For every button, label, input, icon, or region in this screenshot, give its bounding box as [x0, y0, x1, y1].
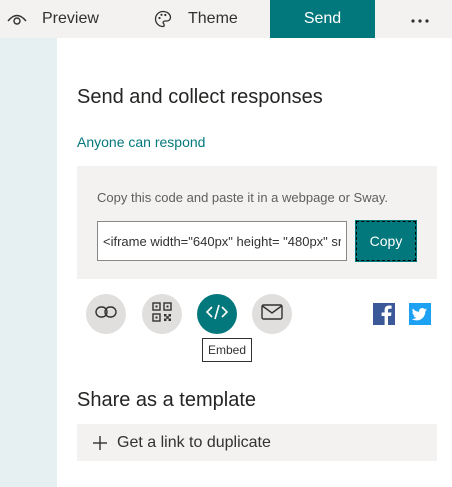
qr-code-icon: [152, 301, 172, 327]
theme-label: Theme: [188, 10, 238, 27]
link-icon: [95, 305, 117, 323]
send-label: Send: [303, 10, 342, 27]
embed-code-icon: [205, 304, 229, 325]
copy-label: Copy: [369, 233, 403, 249]
template-section-title: Share as a template: [77, 389, 256, 411]
more-options-button[interactable]: [400, 0, 440, 38]
twitter-share-button[interactable]: [409, 303, 431, 325]
facebook-share-button[interactable]: [373, 303, 395, 325]
audience-link[interactable]: Anyone can respond: [77, 134, 205, 150]
preview-label: Preview: [42, 10, 99, 27]
share-link-button[interactable]: [86, 294, 126, 334]
share-email-button[interactable]: [252, 294, 292, 334]
duplicate-link-label: Get a link to duplicate: [117, 433, 271, 451]
send-panel: Send and collect responses Anyone can re…: [57, 38, 452, 487]
more-horizontal-icon: [411, 10, 429, 28]
code-hint: Copy this code and paste it in a webpage…: [97, 190, 388, 205]
twitter-icon: [409, 303, 431, 325]
palette-icon: [152, 8, 174, 30]
embed-code-box: Copy this code and paste it in a webpage…: [77, 166, 437, 279]
share-qr-code-button[interactable]: [142, 294, 182, 334]
embed-code-field[interactable]: [97, 221, 347, 261]
copy-button[interactable]: Copy: [355, 220, 417, 262]
plus-icon: [93, 435, 107, 450]
theme-button[interactable]: Theme: [152, 0, 238, 38]
preview-button[interactable]: Preview: [6, 0, 99, 38]
duplicate-link-button[interactable]: Get a link to duplicate: [77, 424, 437, 461]
share-embed-button[interactable]: [197, 294, 237, 334]
form-background-strip: [0, 38, 57, 487]
send-tab[interactable]: Send: [270, 0, 375, 38]
mail-icon: [261, 303, 283, 325]
facebook-icon: [373, 303, 395, 325]
top-toolbar: Preview Theme Send: [0, 0, 452, 38]
panel-title: Send and collect responses: [77, 86, 323, 108]
eye-icon: [6, 8, 28, 30]
embed-tooltip: Embed: [202, 338, 253, 362]
